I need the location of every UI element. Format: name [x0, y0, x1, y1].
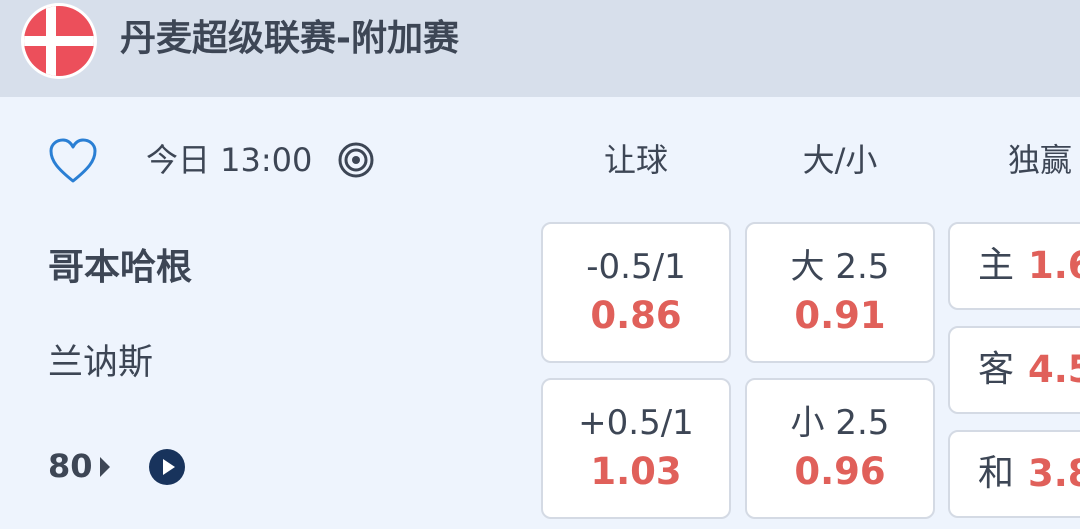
odds-value: 0.91: [794, 294, 886, 337]
under-odds-button[interactable]: 小 2.5 0.96: [745, 378, 935, 519]
league-title: 丹麦超级联赛-附加赛: [120, 18, 459, 59]
heart-outline-icon[interactable]: [48, 137, 98, 185]
handicap-away-odds-button[interactable]: +0.5/1 1.03: [541, 378, 731, 519]
column-header-win: 独赢: [1008, 141, 1073, 179]
win-draw-odds-button[interactable]: 和 3.8: [948, 430, 1080, 518]
match-time: 今日 13:00: [146, 141, 313, 179]
odds-value: 0.96: [794, 450, 886, 493]
odds-value: 0.86: [590, 294, 682, 337]
over-under-line: 大 2.5: [790, 247, 890, 287]
win-label: 主: [978, 245, 1015, 286]
win-away-odds-button[interactable]: 客 4.5: [948, 326, 1080, 414]
odds-value: 1.6: [1028, 244, 1080, 287]
win-label: 客: [978, 349, 1015, 390]
handicap-line: -0.5/1: [586, 247, 686, 287]
column-header-over-under: 大/小: [802, 141, 878, 179]
play-circle-icon[interactable]: [148, 448, 186, 486]
win-home-odds-button[interactable]: 主 1.6: [948, 222, 1080, 310]
handicap-home-odds-button[interactable]: -0.5/1 0.86: [541, 222, 731, 363]
over-under-line: 小 2.5: [790, 403, 890, 443]
odds-value: 4.5: [1028, 348, 1080, 391]
league-header[interactable]: 丹麦超级联赛-附加赛: [0, 0, 1080, 97]
odds-value: 3.8: [1028, 452, 1080, 495]
odds-value: 1.03: [590, 450, 682, 493]
win-label: 和: [978, 453, 1015, 494]
denmark-flag-icon: [24, 6, 94, 76]
caret-right-icon[interactable]: [98, 455, 112, 479]
away-team-name: 兰讷斯: [48, 343, 154, 383]
more-markets-count[interactable]: 80: [48, 446, 93, 486]
handicap-line: +0.5/1: [578, 403, 694, 443]
column-header-handicap: 让球: [603, 141, 668, 179]
over-odds-button[interactable]: 大 2.5 0.91: [745, 222, 935, 363]
home-team-name: 哥本哈根: [48, 247, 193, 288]
target-icon[interactable]: [337, 141, 375, 179]
